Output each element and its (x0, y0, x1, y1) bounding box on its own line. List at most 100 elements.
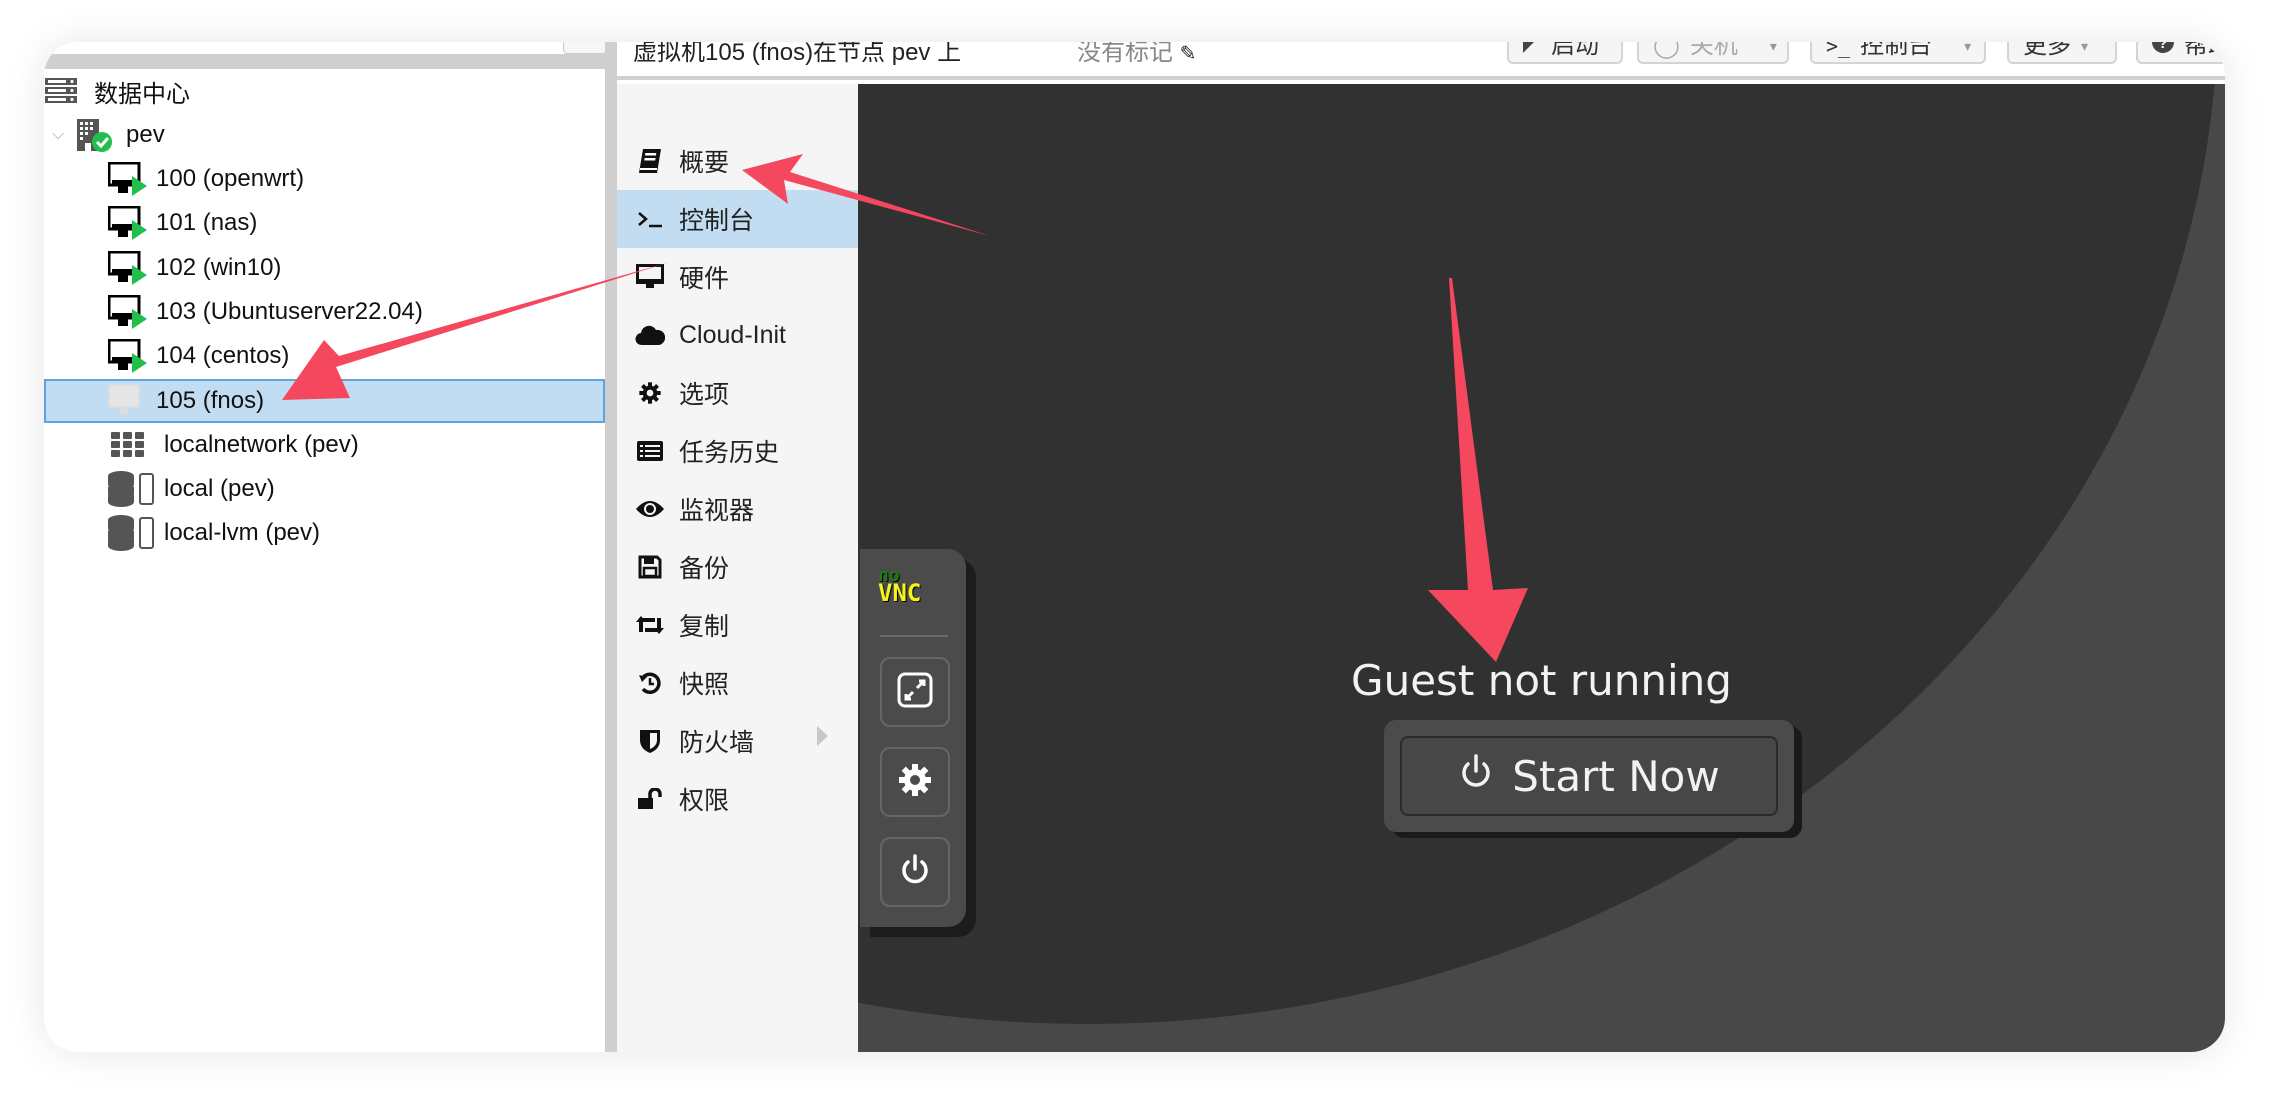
tags-field[interactable]: 没有标记 ✎ (1077, 42, 1196, 67)
power-icon (897, 852, 933, 893)
play-icon (1523, 42, 1541, 60)
tree-item-label: 数据中心 (94, 80, 190, 108)
terminal-icon: >_ (1826, 42, 1851, 58)
vm-stopped-icon (106, 383, 150, 418)
nav-item-1[interactable]: 控制台 (617, 190, 858, 248)
shutdown-button[interactable]: ◯ 关机 ▾ (1637, 42, 1789, 64)
console-button-label: 控制台 (1860, 42, 1933, 59)
nav-item-8[interactable]: 复制 (617, 596, 858, 654)
tree-item-label: 101 (nas) (156, 209, 258, 237)
nav-item-label: 复制 (679, 613, 730, 641)
tree-item-datacenter[interactable]: 数据中心 (44, 69, 605, 113)
vm-running-icon (106, 162, 150, 196)
divider (880, 635, 948, 637)
question-circle-icon: ? (2152, 42, 2174, 60)
node-online-icon (74, 117, 114, 153)
power-menu-button[interactable] (880, 837, 950, 907)
storage-icon (106, 471, 158, 508)
nav-item-5[interactable]: 任务历史 (617, 422, 858, 480)
tree-item-vm-running[interactable]: 101 (nas) (44, 201, 605, 245)
retweet-icon (635, 614, 665, 636)
floppy-icon (635, 555, 665, 579)
help-button[interactable]: ? 帮助 (2136, 42, 2225, 64)
nav-item-2[interactable]: 硬件 (617, 248, 858, 306)
start-button-label: 启动 (1551, 42, 1599, 59)
nav-item-9[interactable]: 快照 (617, 654, 858, 712)
vm-running-icon (106, 294, 150, 329)
tree-item-vm-running[interactable]: 102 (win10) (44, 246, 605, 290)
novnc-control-bar: no VNC (860, 549, 966, 927)
nav-item-7[interactable]: 备份 (617, 538, 858, 596)
nav-item-10[interactable]: 防火墙 (617, 712, 858, 770)
chevron-right-icon[interactable] (817, 726, 828, 746)
more-button[interactable]: 更多 ▾ (2007, 42, 2117, 64)
terminal-icon (635, 209, 665, 229)
chevron-down-icon: ▾ (2081, 42, 2089, 54)
tags-label: 没有标记 (1077, 42, 1173, 66)
chevron-down-icon[interactable]: ▾ (1964, 42, 1971, 60)
view-selector-trigger[interactable] (563, 42, 607, 54)
view-selector[interactable] (44, 42, 605, 54)
settings-button[interactable] (880, 747, 950, 817)
nav-item-6[interactable]: 监视器 (617, 480, 858, 538)
power-icon: ◯ (1653, 42, 1680, 59)
tree-item-storage[interactable]: local-lvm (pev) (44, 511, 605, 555)
nav-item-4[interactable]: 选项 (617, 364, 858, 422)
chevron-down-icon[interactable]: ▾ (1770, 42, 1777, 60)
nav-item-0[interactable]: 概要 (617, 132, 858, 190)
nav-item-label: 快照 (679, 671, 730, 699)
book-icon (635, 148, 665, 174)
nav-item-label: 选项 (679, 381, 730, 409)
network-grid-icon (106, 431, 150, 458)
vm-running-icon (106, 339, 150, 374)
tree-item-vm-running[interactable]: 103 (Ubuntuserver22.04) (44, 290, 605, 334)
console-button[interactable]: >_ 控制台 ▾ (1810, 42, 1986, 64)
more-button-label: 更多 (2023, 42, 2071, 59)
svg-text:?: ? (2158, 42, 2167, 52)
vm-running-icon (106, 206, 150, 241)
history-icon (635, 671, 665, 695)
gear-icon (635, 381, 665, 405)
pencil-icon[interactable]: ✎ (1180, 43, 1197, 65)
nav-item-3[interactable]: Cloud-Init (617, 306, 858, 364)
tree-item-storage[interactable]: local (pev) (44, 467, 605, 511)
nav-item-label: Cloud-Init (679, 320, 786, 349)
novnc-console[interactable]: no VNC Guest not running Start Now (858, 84, 2225, 1052)
eye-icon (635, 499, 665, 519)
content-header: 虚拟机105 (fnos)在节点 pev 上 没有标记 ✎ 启动 ◯ 关机 ▾ … (617, 42, 2225, 80)
shutdown-button-label: 关机 (1689, 42, 1738, 59)
tree-item-vm-running[interactable]: 104 (centos) (44, 334, 605, 378)
tree-item-vm-stopped[interactable]: 105 (fnos) (44, 378, 605, 423)
tree-item-label: 100 (openwrt) (156, 165, 305, 192)
panel-splitter[interactable] (605, 42, 617, 1052)
nav-item-label: 概要 (679, 149, 730, 177)
tree-toolbar-divider (44, 54, 605, 69)
storage-icon (106, 515, 158, 552)
tree-item-vm-running[interactable]: 100 (openwrt) (44, 157, 605, 201)
tree-item-node[interactable]: ⌵ pev (44, 113, 605, 157)
list-icon (635, 440, 665, 462)
gear-icon (897, 762, 933, 803)
start-now-label: Start Now (1512, 751, 1720, 801)
vm-running-icon (106, 250, 150, 285)
start-now-button[interactable]: Start Now (1400, 736, 1778, 816)
resource-tree: 数据中心 ⌵ pev 100 (openwrt) 101 (nas) 102 (wi… (44, 69, 605, 1052)
chevron-down-icon[interactable]: ⌵ (52, 126, 74, 144)
console-background-shape (858, 84, 2218, 1024)
unlock-icon (635, 788, 665, 810)
nav-item-11[interactable]: 权限 (617, 770, 858, 828)
start-button[interactable]: 启动 (1507, 42, 1623, 64)
nav-item-label: 硬件 (679, 265, 730, 293)
tree-item-label: 103 (Ubuntuserver22.04) (156, 297, 423, 325)
server-stack-icon (44, 78, 78, 104)
start-now-frame: Start Now (1384, 720, 1794, 832)
tree-item-network[interactable]: localnetwork (pev) (44, 423, 605, 467)
nav-item-label: 防火墙 (679, 729, 755, 757)
desktop-icon (635, 264, 665, 290)
tree-item-label: local-lvm (pev) (164, 519, 321, 547)
proxmox-window: 数据中心 ⌵ pev 100 (openwrt) 101 (nas) 102 (wi… (44, 42, 2225, 1052)
tree-item-label: 104 (centos) (156, 342, 290, 370)
nav-item-label: 任务历史 (679, 439, 780, 467)
cloud-icon (635, 324, 665, 346)
nav-item-label: 备份 (679, 555, 730, 583)
